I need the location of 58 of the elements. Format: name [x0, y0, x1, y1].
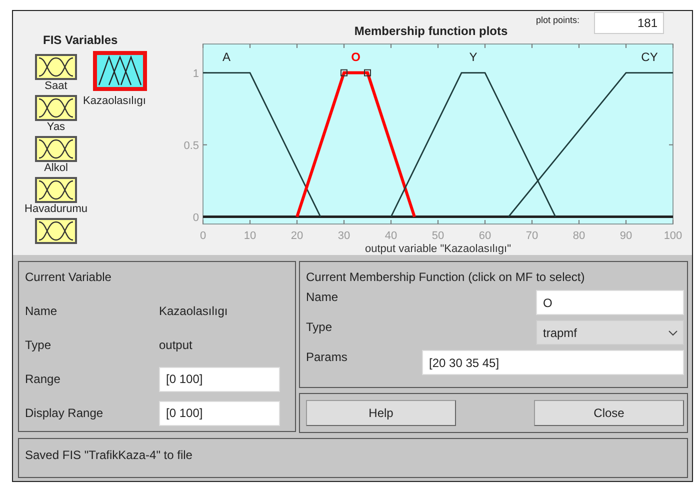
- variable-icon[interactable]: [35, 54, 77, 80]
- axis-tick-label: 50: [432, 230, 444, 242]
- status-message: Saved FIS "TrafikKaza-4" to file: [25, 448, 192, 462]
- variable-label: Havadurumu: [24, 203, 88, 216]
- axis-tick-label: 60: [478, 230, 492, 242]
- field-label: Params: [306, 350, 348, 364]
- curve-label: Y: [469, 50, 478, 64]
- membership-curve[interactable]: [203, 72, 322, 218]
- variable-icon[interactable]: [35, 218, 77, 244]
- variable-icon[interactable]: [93, 51, 147, 91]
- curve-label: O: [351, 50, 360, 64]
- type-dropdown[interactable]: trapmf: [536, 320, 684, 345]
- field-label: Name: [306, 290, 338, 304]
- axis-tick-label: 0: [192, 212, 199, 224]
- variable-icon[interactable]: [35, 136, 77, 162]
- dialog-button[interactable]: Help: [306, 400, 456, 426]
- variable-icon[interactable]: [35, 177, 77, 203]
- plot-points-field[interactable]: 181: [594, 12, 664, 34]
- variable-label: Alkol: [44, 162, 68, 175]
- axis-tick-label: 90: [620, 230, 632, 242]
- axis-tick-label: 0.5: [184, 140, 199, 152]
- field-label: Type: [306, 320, 332, 334]
- panel-title: FIS Variables: [43, 33, 118, 47]
- plot-title: Membership function plots: [353, 24, 509, 40]
- axis-tick-label: 20: [290, 230, 304, 242]
- caret-icon: [668, 330, 678, 336]
- range-field[interactable]: [0 100]: [159, 400, 280, 426]
- axis-tick-label: 100: [664, 230, 682, 242]
- membership-curve[interactable]: [390, 72, 556, 218]
- axis-tick-label: 70: [526, 230, 538, 242]
- panel-title: Current Variable: [25, 270, 112, 284]
- panel-title: Current Membership Function (click on MF to select): [306, 270, 586, 284]
- axis-tick-label: 40: [384, 230, 398, 242]
- membership-curve[interactable]: [296, 69, 416, 218]
- range-field[interactable]: [0 100]: [159, 366, 280, 392]
- membership-curve[interactable]: [508, 72, 673, 218]
- axis-label: output variable "Kazaolasılıgı": [365, 243, 511, 255]
- params-field[interactable]: [20 30 35 45]: [422, 350, 684, 375]
- field-label: Name: [25, 304, 58, 318]
- name-field[interactable]: O: [536, 290, 684, 315]
- curve-label: A: [222, 50, 230, 64]
- axis-tick-label: 10: [244, 230, 256, 242]
- axis-tick-label: 30: [338, 230, 350, 242]
- dialog-button[interactable]: Close: [534, 400, 684, 426]
- axis-tick-label: 1: [192, 68, 199, 80]
- variable-label: Yas: [46, 121, 66, 134]
- variable-label: Saat: [44, 80, 68, 93]
- axis-tick-label: 80: [572, 230, 586, 242]
- axis-tick-label: 0: [200, 230, 206, 242]
- field-label: Display Range: [25, 406, 104, 420]
- variable-value: Kazaolasılıgı: [159, 304, 228, 318]
- variable-icon[interactable]: [35, 95, 77, 121]
- variable-value: output: [159, 338, 192, 352]
- field-label: Range: [25, 372, 62, 386]
- field-label: Type: [25, 338, 52, 352]
- plot-points-label: plot points:: [536, 15, 580, 25]
- curve-label: CY: [641, 50, 658, 64]
- variable-label: Kazaolasılıgı: [83, 95, 146, 108]
